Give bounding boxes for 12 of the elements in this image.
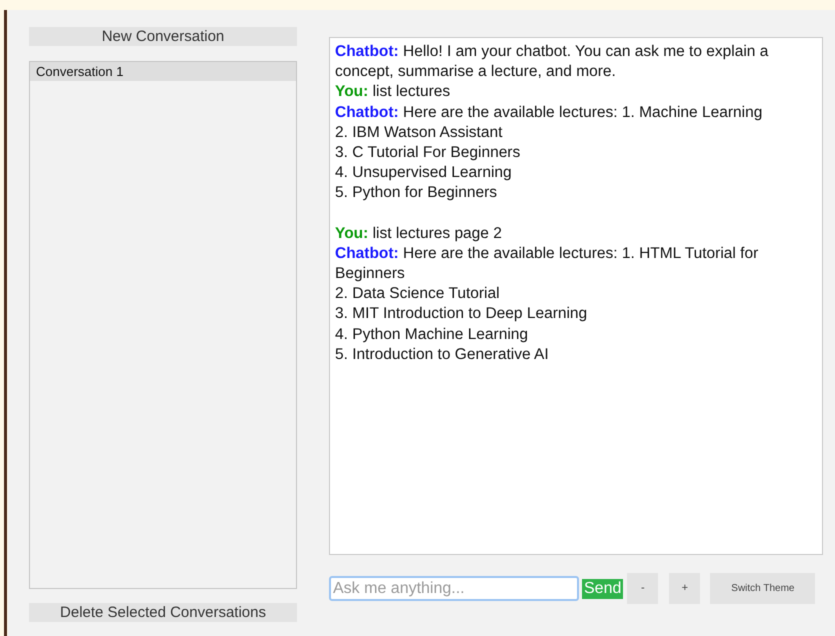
conversation-item[interactable]: Conversation 1 — [30, 62, 296, 81]
chat-message: Chatbot: Here are the available lectures: 1. Machine Learning 2. IBM Watson Assistant 3. C Tutorial For Beginners 4. Unsupervised Learning 5. Python for Beginners — [335, 102, 764, 204]
chat-message: Chatbot: Hello! I am your chatbot. You can ask me to explain a concept, summarise a lecture, and more. — [335, 42, 770, 82]
new-conversation-button[interactable]: New Conversation — [29, 27, 297, 46]
chat-message: You: list lectures page 2 — [335, 224, 503, 244]
decrease-font-button[interactable]: - — [627, 573, 658, 604]
switch-theme-button[interactable]: Switch Theme — [710, 573, 816, 604]
message-input[interactable]: Ask me anything... — [329, 576, 579, 601]
increase-font-button[interactable]: + — [669, 573, 700, 604]
chat-message: You: list lectures — [335, 82, 452, 102]
delete-conversations-button[interactable]: Delete Selected Conversations — [29, 603, 297, 622]
chat-message: Chatbot: Here are the available lectures: 1. HTML Tutorial for Beginners 2. Data Science Tutorial 3. MIT Introduction to Deep Learning 4. Python Machine Learning 5. Introduction to Generative AI — [335, 244, 760, 365]
